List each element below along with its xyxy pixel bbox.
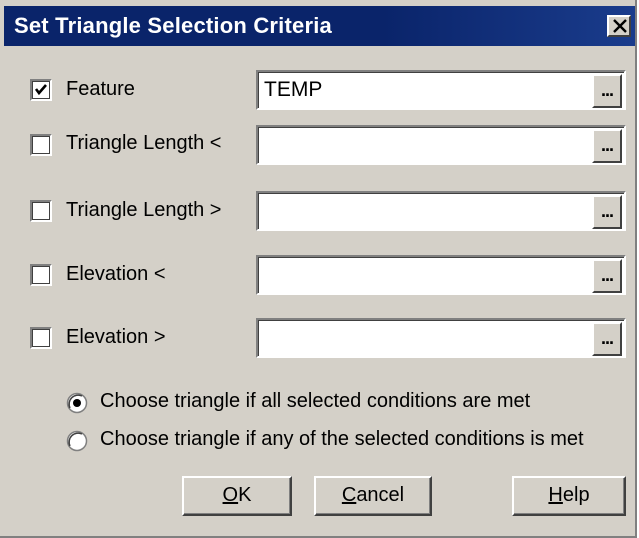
cancel-label-rest: ancel bbox=[356, 484, 405, 506]
criteria-row-triangle-length-less: Triangle Length < ... bbox=[0, 122, 635, 168]
elevation-less-checkbox[interactable] bbox=[30, 264, 52, 286]
triangle-length-greater-checkbox[interactable] bbox=[30, 200, 52, 222]
ok-button[interactable]: OK bbox=[182, 476, 292, 516]
help-mnemonic: H bbox=[548, 484, 563, 506]
cancel-button[interactable]: Cancel bbox=[314, 476, 432, 516]
triangle-length-less-checkbox[interactable] bbox=[30, 134, 52, 156]
feature-field[interactable]: TEMP ... bbox=[256, 70, 626, 110]
radio-option-all[interactable]: Choose triangle if all selected conditio… bbox=[66, 390, 626, 420]
triangle-length-less-label: Triangle Length < bbox=[66, 132, 222, 154]
triangle-length-less-field[interactable]: ... bbox=[256, 125, 626, 165]
feature-checkbox[interactable] bbox=[30, 79, 52, 101]
feature-label: Feature bbox=[66, 78, 135, 100]
help-button[interactable]: Help bbox=[512, 476, 626, 516]
close-button[interactable] bbox=[607, 15, 631, 37]
criteria-row-elevation-greater: Elevation > ... bbox=[0, 315, 635, 361]
radio-dot-icon[interactable] bbox=[66, 392, 88, 414]
radio-circle-icon[interactable] bbox=[66, 430, 88, 452]
elevation-greater-browse-button[interactable]: ... bbox=[592, 322, 622, 356]
triangle-length-greater-field[interactable]: ... bbox=[256, 191, 626, 231]
triangle-length-greater-label: Triangle Length > bbox=[66, 199, 222, 221]
close-icon bbox=[613, 19, 627, 33]
ok-mnemonic: O bbox=[222, 484, 239, 506]
feature-value: TEMP bbox=[264, 78, 323, 101]
feature-browse-button[interactable]: ... bbox=[592, 74, 622, 108]
triangle-length-greater-browse-button[interactable]: ... bbox=[592, 195, 622, 229]
radio-option-any-label: Choose triangle if any of the selected c… bbox=[100, 428, 584, 450]
elevation-less-field[interactable]: ... bbox=[256, 255, 626, 295]
help-label-rest: elp bbox=[562, 484, 590, 506]
criteria-row-triangle-length-greater: Triangle Length > ... bbox=[0, 188, 635, 234]
elevation-greater-label: Elevation > bbox=[66, 326, 166, 348]
elevation-greater-checkbox[interactable] bbox=[30, 327, 52, 349]
ok-label-rest: K bbox=[238, 484, 252, 506]
title-bar[interactable]: Set Triangle Selection Criteria bbox=[4, 6, 635, 46]
radio-option-any[interactable]: Choose triangle if any of the selected c… bbox=[66, 428, 626, 458]
criteria-row-elevation-less: Elevation < ... bbox=[0, 252, 635, 298]
triangle-length-less-browse-button[interactable]: ... bbox=[592, 129, 622, 163]
dialog: Set Triangle Selection Criteria Feature … bbox=[0, 0, 637, 538]
elevation-less-label: Elevation < bbox=[66, 263, 166, 285]
checkmark-icon bbox=[34, 84, 47, 96]
window-title: Set Triangle Selection Criteria bbox=[14, 13, 332, 38]
radio-option-all-label: Choose triangle if all selected conditio… bbox=[100, 390, 531, 412]
elevation-less-browse-button[interactable]: ... bbox=[592, 259, 622, 293]
cancel-mnemonic: C bbox=[341, 484, 357, 506]
criteria-row-feature: Feature TEMP ... bbox=[0, 67, 635, 113]
elevation-greater-field[interactable]: ... bbox=[256, 318, 626, 358]
